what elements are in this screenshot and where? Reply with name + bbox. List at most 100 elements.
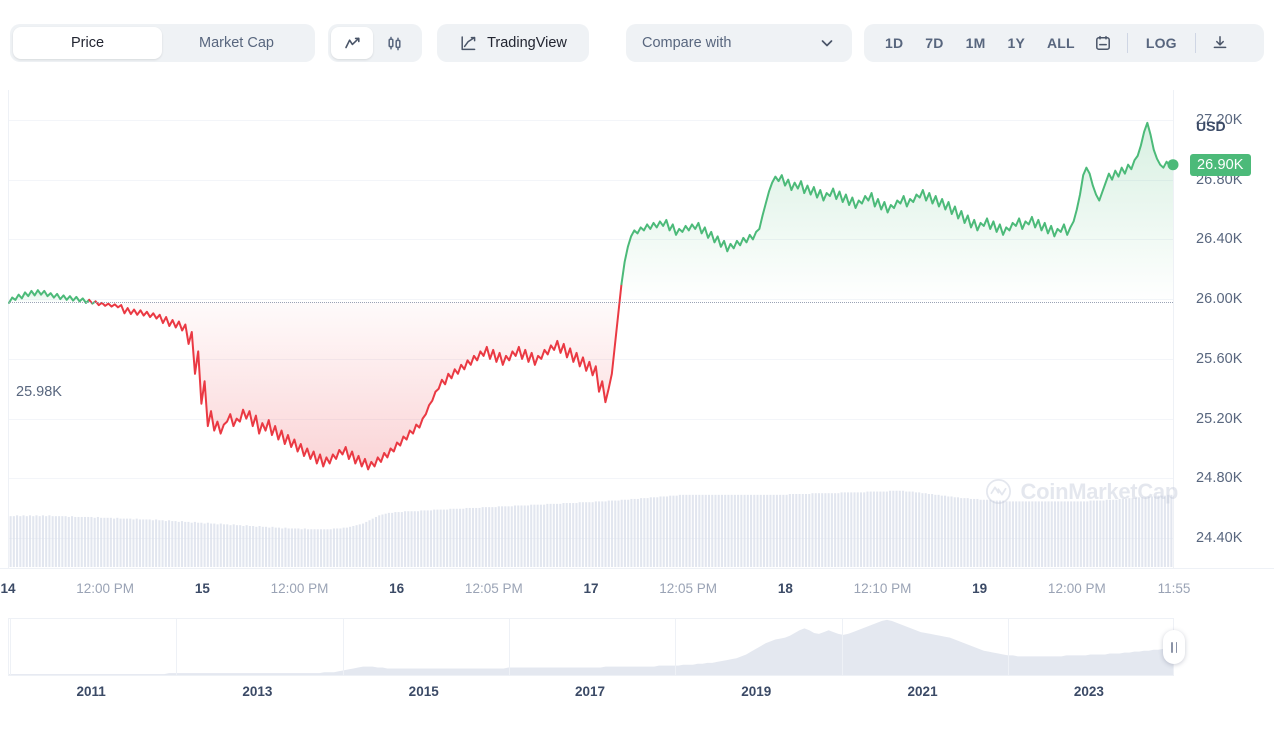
- volume-bar: [983, 500, 985, 567]
- volume-bar: [71, 516, 73, 567]
- volume-bar: [672, 496, 674, 567]
- volume-bar: [802, 494, 804, 567]
- volume-bar: [740, 495, 742, 567]
- volume-bar: [107, 518, 109, 567]
- candlestick-chart-button[interactable]: [373, 27, 415, 59]
- volume-bar: [1109, 500, 1111, 567]
- volume-bar: [692, 495, 694, 567]
- volume-bar: [773, 495, 775, 567]
- volume-bar: [171, 521, 173, 567]
- compare-with-dropdown[interactable]: Compare with: [626, 24, 852, 62]
- x-axis-tick: 18: [778, 581, 793, 596]
- volume-bar: [443, 510, 445, 567]
- log-scale-button[interactable]: LOG: [1135, 28, 1188, 58]
- volume-bar: [980, 500, 982, 567]
- volume-bar: [514, 506, 516, 568]
- volume-bar: [333, 528, 335, 567]
- volume-bar: [132, 519, 134, 567]
- volume-bar: [918, 492, 920, 567]
- volume-bar: [501, 506, 503, 567]
- volume-bar: [805, 494, 807, 567]
- volume-bar: [653, 497, 655, 567]
- line-chart-button[interactable]: [331, 27, 373, 59]
- volume-bar: [168, 520, 170, 567]
- volume-bar: [1099, 501, 1101, 567]
- price-area-fill: [99, 284, 622, 469]
- calendar-button[interactable]: [1086, 28, 1120, 58]
- volume-bar: [679, 495, 681, 567]
- calendar-icon: [1094, 34, 1112, 52]
- volume-bar: [217, 524, 219, 567]
- y-axis-tick: 26.40K: [1196, 231, 1243, 247]
- current-price-badge: 26.90K: [1190, 154, 1251, 176]
- volume-bar: [310, 529, 312, 567]
- volume-bar: [498, 506, 500, 567]
- tab-price[interactable]: Price: [13, 27, 162, 59]
- volume-bar: [229, 525, 231, 567]
- volume-bar: [446, 510, 448, 567]
- tradingview-button[interactable]: TradingView: [437, 24, 589, 62]
- volume-bar: [55, 516, 57, 567]
- x-axis-tick: 12:00 PM: [1048, 581, 1106, 596]
- range-navigator[interactable]: [8, 618, 1174, 676]
- volume-bar: [252, 526, 254, 567]
- download-button[interactable]: [1203, 28, 1237, 58]
- volume-bar: [734, 495, 736, 567]
- volume-bar: [511, 506, 513, 567]
- volume-bar: [385, 514, 387, 567]
- volume-bar: [850, 492, 852, 567]
- volume-bar: [365, 522, 367, 567]
- volume-bar: [58, 516, 60, 567]
- volume-bar: [488, 507, 490, 567]
- volume-bar: [1028, 501, 1030, 567]
- chart-toolbar: Price Market Cap: [0, 0, 1274, 86]
- volume-bar: [870, 492, 872, 567]
- navigator-gridline: [176, 619, 177, 675]
- volume-bar: [249, 526, 251, 567]
- volume-bar: [847, 492, 849, 567]
- x-axis-tick: 12:10 PM: [854, 581, 912, 596]
- volume-bar: [339, 528, 341, 567]
- range-1m[interactable]: 1M: [955, 28, 997, 58]
- volume-bar: [695, 495, 697, 567]
- volume-bar: [456, 509, 458, 567]
- x-axis: 1412:00 PM1512:00 PM1612:05 PM1712:05 PM…: [0, 568, 1274, 603]
- volume-bar: [976, 499, 978, 567]
- current-price-marker: [1168, 159, 1179, 170]
- x-axis-tick: 16: [389, 581, 404, 596]
- range-1d[interactable]: 1D: [874, 28, 914, 58]
- volume-bar: [478, 508, 480, 567]
- price-plot[interactable]: [8, 90, 1174, 568]
- volume-bar: [669, 496, 671, 567]
- range-7d[interactable]: 7D: [914, 28, 954, 58]
- range-all[interactable]: ALL: [1036, 28, 1086, 58]
- volume-bar: [271, 527, 273, 567]
- volume-bar: [605, 501, 607, 567]
- volume-bar: [262, 527, 264, 567]
- volume-bar: [1144, 497, 1146, 567]
- volume-bar: [711, 495, 713, 567]
- volume-bar: [637, 499, 639, 567]
- volume-bar: [815, 493, 817, 567]
- volume-bar: [1128, 498, 1130, 567]
- volume-bar: [553, 504, 555, 567]
- volume-bar: [708, 495, 710, 567]
- volume-bar: [281, 528, 283, 567]
- navigator-right-handle[interactable]: [1163, 630, 1185, 664]
- volume-bar: [844, 492, 846, 567]
- volume-bar: [908, 492, 910, 567]
- x-axis-tick: 17: [583, 581, 598, 596]
- volume-bar: [1064, 501, 1066, 567]
- x-axis-tick: 12:00 PM: [76, 581, 134, 596]
- volume-bar: [10, 516, 12, 567]
- volume-bar: [1093, 501, 1095, 567]
- x-axis-tick: 12:05 PM: [659, 581, 717, 596]
- volume-bar: [585, 502, 587, 567]
- tab-market-cap[interactable]: Market Cap: [162, 27, 311, 59]
- volume-bar: [698, 495, 700, 567]
- volume-bar: [1044, 501, 1046, 567]
- volume-bar: [139, 519, 141, 567]
- volume-bar: [1122, 499, 1124, 567]
- range-1y[interactable]: 1Y: [996, 28, 1036, 58]
- volume-bar: [1151, 496, 1153, 567]
